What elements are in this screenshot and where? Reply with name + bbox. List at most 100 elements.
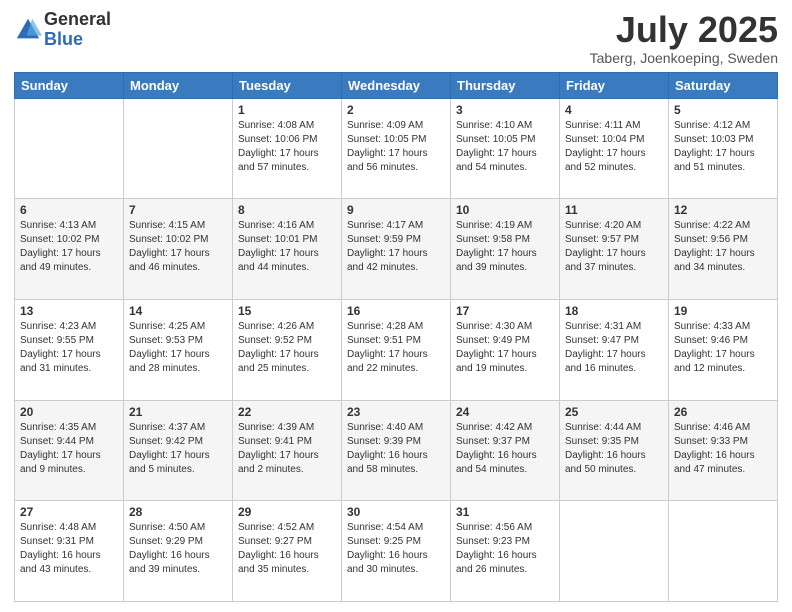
day-number: 12 [674, 203, 772, 217]
table-row: 27Sunrise: 4:48 AM Sunset: 9:31 PM Dayli… [15, 501, 124, 602]
day-number: 19 [674, 304, 772, 318]
day-info: Sunrise: 4:35 AM Sunset: 9:44 PM Dayligh… [20, 421, 118, 477]
day-info: Sunrise: 4:17 AM Sunset: 9:59 PM Dayligh… [347, 219, 445, 275]
day-number: 21 [129, 405, 227, 419]
logo-general-text: General [44, 9, 111, 29]
table-row [669, 501, 778, 602]
day-info: Sunrise: 4:25 AM Sunset: 9:53 PM Dayligh… [129, 320, 227, 376]
table-row: 10 Sunrise: 4:19 AM Sunset: 9:58 PM Dayli… [451, 199, 560, 300]
day-info: Sunrise: 4:54 AM Sunset: 9:25 PM Dayligh… [347, 521, 445, 577]
table-row: 2Sunrise: 4:09 AM Sunset: 10:05 PM Dayli… [342, 98, 451, 199]
day-number: 6 [20, 203, 118, 217]
table-row: 19 Sunrise: 4:33 AM Sunset: 9:46 PM Dayli… [669, 299, 778, 400]
header: General Blue July 2025 Taberg, Joenkoepi… [14, 10, 778, 66]
table-row: 22 Sunrise: 4:39 AM Sunset: 9:41 PM Dayli… [233, 400, 342, 501]
day-info: Sunrise: 4:33 AM Sunset: 9:46 PM Dayligh… [674, 320, 772, 376]
day-info: Sunrise: 4:37 AM Sunset: 9:42 PM Dayligh… [129, 421, 227, 477]
calendar-week-row: 6 Sunrise: 4:13 AM Sunset: 10:02 PM Dayli… [15, 199, 778, 300]
calendar-header-row: Sunday Monday Tuesday Wednesday Thursday… [15, 72, 778, 98]
table-row: 25Sunrise: 4:44 AM Sunset: 9:35 PM Dayli… [560, 400, 669, 501]
day-info: Sunrise: 4:39 AM Sunset: 9:41 PM Dayligh… [238, 421, 336, 477]
calendar-table: Sunday Monday Tuesday Wednesday Thursday… [14, 72, 778, 602]
page: General Blue July 2025 Taberg, Joenkoepi… [0, 0, 792, 612]
day-info: Sunrise: 4:22 AM Sunset: 9:56 PM Dayligh… [674, 219, 772, 275]
day-number: 1 [238, 103, 336, 117]
day-number: 29 [238, 505, 336, 519]
table-row: 15Sunrise: 4:26 AM Sunset: 9:52 PM Dayli… [233, 299, 342, 400]
table-row: 14Sunrise: 4:25 AM Sunset: 9:53 PM Dayli… [124, 299, 233, 400]
table-row: 11 Sunrise: 4:20 AM Sunset: 9:57 PM Dayli… [560, 199, 669, 300]
col-friday: Friday [560, 72, 669, 98]
table-row: 3Sunrise: 4:10 AM Sunset: 10:05 PM Dayli… [451, 98, 560, 199]
col-wednesday: Wednesday [342, 72, 451, 98]
table-row: 5 Sunrise: 4:12 AM Sunset: 10:03 PM Dayli… [669, 98, 778, 199]
table-row: 6 Sunrise: 4:13 AM Sunset: 10:02 PM Dayli… [15, 199, 124, 300]
location: Taberg, Joenkoeping, Sweden [590, 50, 778, 66]
day-number: 4 [565, 103, 663, 117]
day-info: Sunrise: 4:30 AM Sunset: 9:49 PM Dayligh… [456, 320, 554, 376]
day-info: Sunrise: 4:19 AM Sunset: 9:58 PM Dayligh… [456, 219, 554, 275]
day-number: 13 [20, 304, 118, 318]
table-row [124, 98, 233, 199]
day-info: Sunrise: 4:12 AM Sunset: 10:03 PM Daylig… [674, 119, 772, 175]
table-row: 29 Sunrise: 4:52 AM Sunset: 9:27 PM Dayli… [233, 501, 342, 602]
col-saturday: Saturday [669, 72, 778, 98]
day-info: Sunrise: 4:44 AM Sunset: 9:35 PM Dayligh… [565, 421, 663, 477]
day-number: 15 [238, 304, 336, 318]
table-row: 17 Sunrise: 4:30 AM Sunset: 9:49 PM Dayli… [451, 299, 560, 400]
logo: General Blue [14, 10, 111, 50]
table-row: 9 Sunrise: 4:17 AM Sunset: 9:59 PM Daylig… [342, 199, 451, 300]
day-number: 5 [674, 103, 772, 117]
table-row: 7 Sunrise: 4:15 AM Sunset: 10:02 PM Dayli… [124, 199, 233, 300]
table-row [560, 501, 669, 602]
calendar-week-row: 13 Sunrise: 4:23 AM Sunset: 9:55 PM Dayli… [15, 299, 778, 400]
table-row: 23Sunrise: 4:40 AM Sunset: 9:39 PM Dayli… [342, 400, 451, 501]
day-info: Sunrise: 4:46 AM Sunset: 9:33 PM Dayligh… [674, 421, 772, 477]
day-number: 30 [347, 505, 445, 519]
day-number: 3 [456, 103, 554, 117]
day-number: 24 [456, 405, 554, 419]
table-row: 13 Sunrise: 4:23 AM Sunset: 9:55 PM Dayli… [15, 299, 124, 400]
day-info: Sunrise: 4:13 AM Sunset: 10:02 PM Daylig… [20, 219, 118, 275]
day-number: 26 [674, 405, 772, 419]
day-info: Sunrise: 4:48 AM Sunset: 9:31 PM Dayligh… [20, 521, 118, 577]
day-number: 22 [238, 405, 336, 419]
day-number: 10 [456, 203, 554, 217]
calendar-week-row: 1 Sunrise: 4:08 AM Sunset: 10:06 PM Dayli… [15, 98, 778, 199]
day-info: Sunrise: 4:15 AM Sunset: 10:02 PM Daylig… [129, 219, 227, 275]
day-number: 20 [20, 405, 118, 419]
table-row: 12 Sunrise: 4:22 AM Sunset: 9:56 PM Dayli… [669, 199, 778, 300]
day-info: Sunrise: 4:16 AM Sunset: 10:01 PM Daylig… [238, 219, 336, 275]
day-number: 2 [347, 103, 445, 117]
col-monday: Monday [124, 72, 233, 98]
title-block: July 2025 Taberg, Joenkoeping, Sweden [590, 10, 778, 66]
day-number: 9 [347, 203, 445, 217]
day-info: Sunrise: 4:42 AM Sunset: 9:37 PM Dayligh… [456, 421, 554, 477]
col-thursday: Thursday [451, 72, 560, 98]
calendar-week-row: 20 Sunrise: 4:35 AM Sunset: 9:44 PM Dayli… [15, 400, 778, 501]
table-row: 21 Sunrise: 4:37 AM Sunset: 9:42 PM Dayli… [124, 400, 233, 501]
day-info: Sunrise: 4:52 AM Sunset: 9:27 PM Dayligh… [238, 521, 336, 577]
table-row: 4 Sunrise: 4:11 AM Sunset: 10:04 PM Dayli… [560, 98, 669, 199]
day-number: 17 [456, 304, 554, 318]
table-row: 1 Sunrise: 4:08 AM Sunset: 10:06 PM Dayli… [233, 98, 342, 199]
table-row: 24 Sunrise: 4:42 AM Sunset: 9:37 PM Dayli… [451, 400, 560, 501]
table-row: 16Sunrise: 4:28 AM Sunset: 9:51 PM Dayli… [342, 299, 451, 400]
day-number: 23 [347, 405, 445, 419]
logo-icon [14, 16, 42, 44]
day-number: 11 [565, 203, 663, 217]
day-info: Sunrise: 4:20 AM Sunset: 9:57 PM Dayligh… [565, 219, 663, 275]
col-tuesday: Tuesday [233, 72, 342, 98]
table-row: 18Sunrise: 4:31 AM Sunset: 9:47 PM Dayli… [560, 299, 669, 400]
day-info: Sunrise: 4:08 AM Sunset: 10:06 PM Daylig… [238, 119, 336, 175]
day-number: 7 [129, 203, 227, 217]
table-row: 20 Sunrise: 4:35 AM Sunset: 9:44 PM Dayli… [15, 400, 124, 501]
day-info: Sunrise: 4:23 AM Sunset: 9:55 PM Dayligh… [20, 320, 118, 376]
day-info: Sunrise: 4:31 AM Sunset: 9:47 PM Dayligh… [565, 320, 663, 376]
day-info: Sunrise: 4:11 AM Sunset: 10:04 PM Daylig… [565, 119, 663, 175]
month-title: July 2025 [590, 10, 778, 50]
table-row: 28Sunrise: 4:50 AM Sunset: 9:29 PM Dayli… [124, 501, 233, 602]
day-number: 16 [347, 304, 445, 318]
day-number: 8 [238, 203, 336, 217]
col-sunday: Sunday [15, 72, 124, 98]
